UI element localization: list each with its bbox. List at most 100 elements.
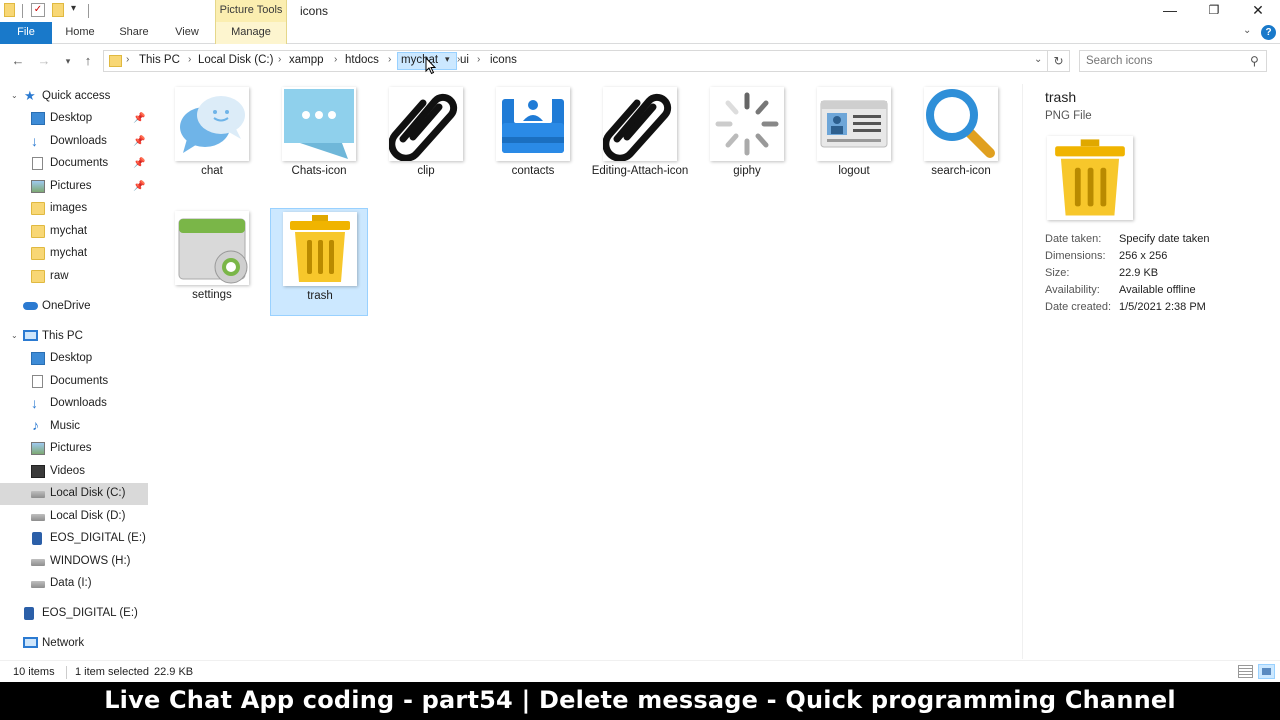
file-item-chats-icon[interactable]: Chats-icon — [270, 84, 368, 192]
property-label: Dimensions: — [1045, 250, 1106, 262]
breadcrumb-icons[interactable]: icons — [490, 54, 517, 66]
pictures-icon — [31, 442, 45, 455]
sidebar-item-eos-digital[interactable]: EOS_DIGITAL (E:) — [0, 528, 148, 550]
property-label: Availability: — [1045, 284, 1100, 296]
chevron-right-icon[interactable]: › — [278, 54, 281, 65]
breadcrumb-htdocs[interactable]: htdocs — [345, 54, 379, 66]
file-item-trash[interactable]: trash — [270, 208, 368, 316]
property-label: Date taken: — [1045, 233, 1102, 245]
sidebar-item-windows-h[interactable]: WINDOWS (H:) — [0, 551, 148, 573]
nav-eos-digital[interactable]: EOS_DIGITAL (E:) — [0, 603, 148, 625]
file-item-chat[interactable]: chat — [163, 84, 261, 192]
sidebar-item-raw[interactable]: raw — [0, 266, 148, 288]
sidebar-item-documents[interactable]: Documents 📌 — [0, 153, 148, 175]
sidebar-item-data-i[interactable]: Data (I:) — [0, 573, 148, 595]
tab-manage[interactable]: Manage — [215, 22, 287, 44]
chevron-down-icon[interactable]: ▾ — [445, 54, 450, 65]
sidebar-item-videos[interactable]: Videos — [0, 461, 148, 483]
forward-arrow-icon[interactable]: → — [36, 53, 52, 69]
recent-locations-icon[interactable]: ▾ — [60, 53, 76, 69]
folder-icon — [4, 3, 15, 17]
pin-icon: 📌 — [133, 113, 146, 124]
property-value: 256 x 256 — [1119, 250, 1168, 262]
details-view-icon[interactable] — [1238, 665, 1253, 678]
chevron-down-icon[interactable]: ⌄ — [11, 331, 18, 340]
divider — [22, 4, 23, 18]
tab-view[interactable]: View — [165, 22, 209, 44]
file-item-clip[interactable]: clip — [377, 84, 475, 192]
magnifier-icon — [924, 87, 998, 161]
customize-toolbar-icon[interactable]: ▾ — [71, 3, 76, 14]
selection-count: 1 item selected — [75, 666, 149, 678]
tab-share[interactable]: Share — [111, 22, 157, 44]
details-pane: trash PNG File Date taken: Specify date … — [1022, 84, 1280, 659]
chevron-right-icon[interactable]: › — [388, 54, 391, 65]
settings-icon — [175, 211, 249, 285]
back-arrow-icon[interactable]: ← — [10, 53, 26, 69]
nav-this-pc[interactable]: ⌄ This PC — [0, 326, 148, 348]
details-file-type: PNG File — [1045, 110, 1092, 122]
sidebar-item-downloads[interactable]: ↓ Downloads 📌 — [0, 131, 148, 153]
chevron-right-icon[interactable]: › — [188, 54, 191, 65]
search-icon[interactable]: ⚲ — [1250, 54, 1259, 68]
search-input[interactable] — [1086, 53, 1236, 69]
close-button[interactable]: ✕ — [1236, 0, 1280, 22]
usb-drive-icon — [24, 607, 34, 620]
search-box[interactable]: ⚲ — [1079, 50, 1267, 72]
file-item-logout[interactable]: logout — [805, 84, 903, 192]
up-arrow-icon[interactable]: ↑ — [80, 53, 96, 69]
tab-home[interactable]: Home — [57, 22, 103, 44]
address-dropdown-icon[interactable]: ⌄ — [1034, 54, 1042, 65]
nav-label: Videos — [50, 465, 85, 477]
sidebar-item-images[interactable]: images — [0, 198, 148, 220]
window-title: icons — [300, 4, 329, 18]
download-icon: ↓ — [31, 133, 38, 149]
large-icons-view-icon[interactable] — [1258, 664, 1275, 679]
breadcrumb-xampp[interactable]: xampp — [289, 54, 324, 66]
file-name: search-icon — [931, 165, 991, 177]
file-item-contacts[interactable]: contacts — [484, 84, 582, 192]
help-icon[interactable]: ? — [1261, 25, 1276, 40]
nav-label: This PC — [42, 330, 83, 342]
sidebar-item-documents[interactable]: Documents — [0, 371, 148, 393]
sidebar-item-desktop[interactable]: Desktop 📌 — [0, 108, 148, 130]
sidebar-item-mychat[interactable]: mychat — [0, 243, 148, 265]
property-value[interactable]: Specify date taken — [1119, 233, 1210, 245]
sidebar-item-local-disk-c[interactable]: Local Disk (C:) — [0, 483, 148, 505]
file-name: clip — [417, 165, 435, 177]
sidebar-item-local-disk-d[interactable]: Local Disk (D:) — [0, 506, 148, 528]
chevron-right-icon[interactable]: › — [334, 54, 337, 65]
sidebar-item-pictures[interactable]: Pictures — [0, 438, 148, 460]
properties-icon[interactable]: ✓ — [31, 3, 45, 17]
drive-icon — [31, 581, 45, 588]
usb-drive-icon — [32, 532, 42, 545]
nav-quick-access[interactable]: ⌄ ★ Quick access — [0, 86, 148, 108]
nav-onedrive[interactable]: OneDrive — [0, 296, 148, 318]
new-folder-icon[interactable] — [52, 3, 64, 17]
chevron-down-icon[interactable]: ⌄ — [11, 91, 18, 100]
minimize-button[interactable]: — — [1148, 0, 1192, 22]
sidebar-item-desktop[interactable]: Desktop — [0, 348, 148, 370]
file-item-settings[interactable]: settings — [163, 208, 261, 316]
property-value: 22.9 KB — [1119, 267, 1159, 279]
sidebar-item-downloads[interactable]: ↓ Downloads — [0, 393, 148, 415]
tab-file[interactable]: File — [0, 22, 52, 44]
refresh-button[interactable]: ↻ — [1048, 50, 1070, 72]
nav-network[interactable]: Network — [0, 633, 148, 655]
expand-ribbon-icon[interactable]: ⌄ — [1243, 25, 1251, 36]
sidebar-item-music[interactable]: ♪ Music — [0, 416, 148, 438]
file-item-editing-attach-icon[interactable]: Editing-Attach-icon — [591, 84, 689, 192]
chevron-right-icon[interactable]: › — [126, 54, 129, 65]
file-item-search-icon[interactable]: search-icon — [912, 84, 1010, 192]
breadcrumb-ui[interactable]: ui — [460, 54, 469, 66]
address-bar[interactable]: › This PC › Local Disk (C:) › xampp › ht… — [103, 50, 1048, 75]
mouse-cursor-icon — [425, 57, 437, 75]
maximize-button[interactable]: ❐ — [1192, 0, 1236, 22]
breadcrumb-local-disk[interactable]: Local Disk (C:) — [198, 54, 273, 66]
chevron-right-icon[interactable]: › — [477, 54, 480, 65]
sidebar-item-pictures[interactable]: Pictures 📌 — [0, 176, 148, 198]
nav-label: OneDrive — [42, 300, 91, 312]
file-item-giphy[interactable]: giphy — [698, 84, 796, 192]
sidebar-item-mychat[interactable]: mychat — [0, 221, 148, 243]
breadcrumb-this-pc[interactable]: This PC — [139, 54, 180, 66]
